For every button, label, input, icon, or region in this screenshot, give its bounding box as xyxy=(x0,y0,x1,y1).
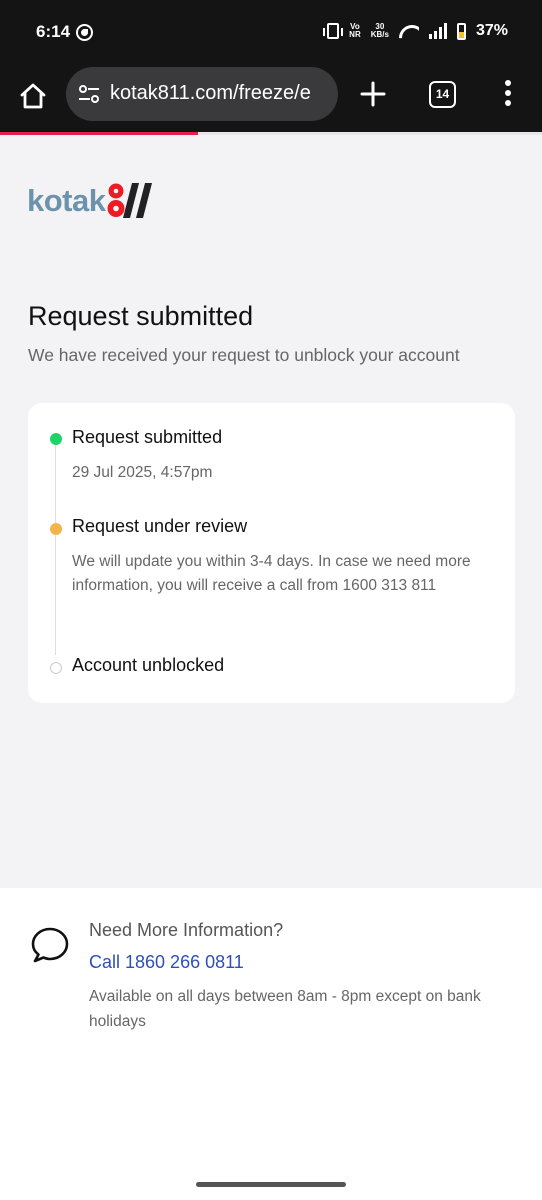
step-title: Request submitted xyxy=(72,427,223,447)
step-title: Request under review xyxy=(72,516,248,536)
help-title: Need More Information? xyxy=(89,920,284,940)
help-section: Need More Information? Call 1860 266 081… xyxy=(0,888,542,1200)
home-icon[interactable] xyxy=(19,82,47,110)
step-title: Account unblocked xyxy=(72,655,225,675)
more-options-icon[interactable] xyxy=(504,80,512,108)
help-availability-note: Available on all days between 8am - 8pm … xyxy=(89,988,481,1030)
call-support-link[interactable]: Call 1860 266 0811 xyxy=(89,952,244,973)
status-dot-complete xyxy=(50,433,62,445)
page-content: kotak Request submitted We have received… xyxy=(0,135,542,888)
chat-bubble-icon xyxy=(31,927,69,963)
logo-wordmark: kotak xyxy=(27,183,106,218)
timeline-connector xyxy=(55,443,56,655)
signal-icon xyxy=(428,23,447,39)
url-bar[interactable]: kotak811.com/freeze/e xyxy=(66,67,338,121)
step-description: We will update you within 3-4 days. In c… xyxy=(72,553,471,594)
wifi-icon xyxy=(399,23,419,39)
battery-level: 37% xyxy=(475,22,508,39)
status-time: 6:14 xyxy=(36,22,71,41)
status-dot-in-progress xyxy=(50,523,62,535)
url-text: kotak811.com/freeze/e xyxy=(110,82,311,104)
new-tab-icon[interactable] xyxy=(360,81,386,107)
status-indicators: Vo NR 30 KB/s 37% xyxy=(323,22,508,40)
page-subtitle: We have received your request to unblock… xyxy=(28,345,460,365)
logo-811-mark xyxy=(107,183,153,218)
step-timestamp: 29 Jul 2025, 4:57pm xyxy=(72,464,213,481)
request-status-card: Request submitted 29 Jul 2025, 4:57pm Re… xyxy=(28,403,515,703)
site-settings-icon[interactable] xyxy=(78,84,100,104)
network-speed: 30 KB/s xyxy=(370,22,389,39)
network-type: Vo NR xyxy=(349,22,361,39)
kotak811-logo: kotak xyxy=(27,179,157,219)
browser-toolbar: kotak811.com/freeze/e 14 xyxy=(0,64,542,132)
battery-icon xyxy=(456,22,466,40)
status-dot-pending xyxy=(50,662,62,674)
page-title: Request submitted xyxy=(28,301,254,331)
tab-switcher-button[interactable]: 14 xyxy=(429,81,456,108)
status-bar: 6:14 Vo NR 30 KB/s 37% xyxy=(0,0,542,64)
gesture-navigation-bar[interactable] xyxy=(196,1182,346,1187)
vibrate-icon xyxy=(323,23,344,39)
call-icon xyxy=(76,24,93,41)
